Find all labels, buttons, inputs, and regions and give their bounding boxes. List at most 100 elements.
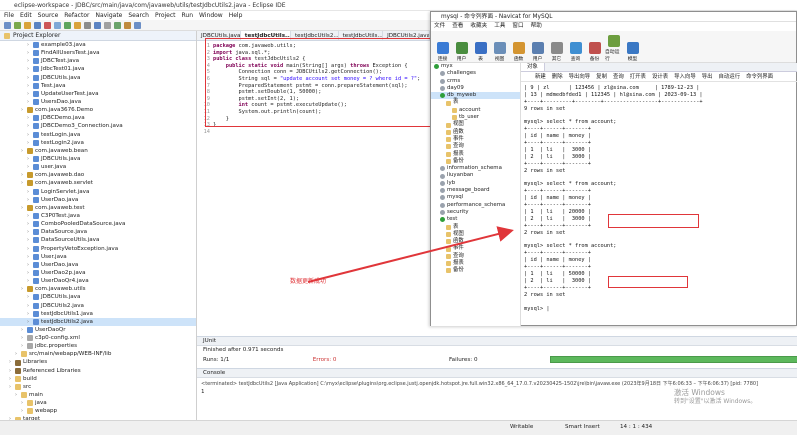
navicat-tool-button[interactable]: 表 [472,34,489,62]
navicat-tree-item[interactable]: information_schema [431,165,520,172]
expand-arrow-icon[interactable]: › [27,114,31,122]
navicat-tool-button[interactable]: 连接 [434,34,451,62]
tree-item[interactable]: › example03.java [0,41,196,49]
navicat-tree-item[interactable]: challenges [431,70,520,77]
code-line[interactable]: 14 [200,129,428,136]
tree-item[interactable]: › Libraries [0,358,196,366]
expand-arrow-icon[interactable]: › [27,139,31,147]
tree-item[interactable]: › testLogin2.java [0,139,196,147]
object-tool-button[interactable]: 自动运行 [719,72,741,81]
toolbar-button-icon[interactable] [134,21,141,29]
expand-arrow-icon[interactable]: › [27,318,31,326]
navicat-tree-item[interactable]: 事件 [431,245,520,252]
expand-arrow-icon[interactable]: › [27,302,31,310]
toolbar-button-icon[interactable] [44,21,51,29]
navicat-tree-item[interactable]: message_board [431,187,520,194]
navicat-tree-item[interactable]: crms [431,78,520,85]
expand-arrow-icon[interactable]: › [21,171,25,179]
navicat-tree-item[interactable]: 视图 [431,231,520,238]
navicat-tree-item[interactable]: day09 [431,85,520,92]
expand-arrow-icon[interactable]: › [9,367,13,375]
navicat-tool-button[interactable]: 备份 [586,34,603,62]
expand-arrow-icon[interactable]: › [21,342,25,350]
navicat-tool-button[interactable]: 视图 [491,34,508,62]
toolbar-button-icon[interactable] [34,21,41,29]
tree-item[interactable]: › com.javaweb.servlet [0,179,196,187]
object-tool-button[interactable]: 导出 [702,72,713,81]
expand-arrow-icon[interactable]: › [27,155,31,163]
tree-item[interactable]: › LoginServlet.java [0,188,196,196]
tree-item[interactable]: › DataSourceUtils.java [0,236,196,244]
tree-item[interactable]: › JDBCUtils.java [0,155,196,163]
navicat-tree-item[interactable]: lyb [431,180,520,187]
expand-arrow-icon[interactable]: › [27,293,31,301]
expand-arrow-icon[interactable]: › [21,399,25,407]
tree-item[interactable]: › C3P0Test.java [0,212,196,220]
object-tool-button[interactable]: 删除 [552,72,563,81]
expand-arrow-icon[interactable]: › [27,41,31,49]
tree-item[interactable]: › UserDaoQr [0,326,196,334]
expand-arrow-icon[interactable]: › [27,49,31,57]
tree-item[interactable]: › UpdateUserTest.java [0,90,196,98]
expand-arrow-icon[interactable]: › [21,147,25,155]
expand-arrow-icon[interactable]: › [27,122,31,130]
navicat-tree-item[interactable]: performance_schema [431,202,520,209]
navicat-menu-item[interactable]: 帮助 [531,22,542,31]
navicat-menu-item[interactable]: 工具 [494,22,505,31]
expand-arrow-icon[interactable]: › [9,358,13,366]
expand-arrow-icon[interactable]: › [27,188,31,196]
navicat-tree-item[interactable]: 事件 [431,136,520,143]
navicat-tool-button[interactable]: 自动运行 [605,34,622,62]
toolbar-button-icon[interactable] [84,21,91,29]
expand-arrow-icon[interactable]: › [21,407,25,415]
navicat-tree-item[interactable]: myx [431,63,520,70]
navicat-tree-item[interactable]: security [431,209,520,216]
navicat-tree-item[interactable]: account [431,107,520,114]
navicat-tool-button[interactable]: 函数 [510,34,527,62]
navicat-menu-item[interactable]: 窗口 [512,22,523,31]
navicat-tree-item[interactable]: 报表 [431,260,520,267]
toolbar-button-icon[interactable] [54,21,61,29]
navicat-tree-item[interactable]: db_myweb [431,92,520,100]
navicat-tool-button[interactable]: 查询 [567,34,584,62]
tree-item[interactable]: › UsersDao.java [0,98,196,106]
expand-arrow-icon[interactable]: › [21,106,25,114]
junit-tab[interactable]: JUnit [197,337,797,346]
tree-item[interactable]: › UserDaoQr4.java [0,277,196,285]
navicat-tree-item[interactable]: tb_user [431,114,520,121]
toolbar-button-icon[interactable] [24,21,31,29]
navicat-tree-item[interactable]: 函数 [431,129,520,136]
expand-arrow-icon[interactable]: › [27,163,31,171]
navicat-menu-item[interactable]: 查看 [452,22,463,31]
navicat-tree-item[interactable]: 表 [431,224,520,231]
expand-arrow-icon[interactable]: › [27,57,31,65]
tree-item[interactable]: › UserDao.java [0,196,196,204]
expand-arrow-icon[interactable]: › [27,277,31,285]
navicat-window[interactable]: mysql - 命令列界面 - Navicat for MySQL 文件 查看 收藏… [430,11,797,326]
tree-item[interactable]: › com.java3676.Demo [0,106,196,114]
tree-item[interactable]: › JDBCUtils.java [0,293,196,301]
navicat-tree-item[interactable]: 备份 [431,267,520,274]
tree-item[interactable]: › main [0,391,196,399]
tree-item[interactable]: › PropertyVetoException.java [0,245,196,253]
tree-item[interactable]: › testJdbcUtils2.java [0,317,196,326]
navicat-tree-item[interactable]: mysql [431,194,520,201]
tree-item[interactable]: › testJdbcUtils1.java [0,310,196,318]
expand-arrow-icon[interactable]: › [27,269,31,277]
tree-item[interactable]: › build [0,375,196,383]
object-tool-button[interactable]: 打开表 [630,72,646,81]
tree-item[interactable]: › user.java [0,163,196,171]
tree-item[interactable]: › JDBCUtils2.java [0,302,196,310]
tree-item[interactable]: › DataSource.java [0,228,196,236]
object-tool-button[interactable]: 新建 [535,72,546,81]
expand-arrow-icon[interactable]: › [21,285,25,293]
expand-arrow-icon[interactable]: › [27,253,31,261]
expand-arrow-icon[interactable]: › [27,65,31,73]
tree-item[interactable]: › com.javaweb.test [0,204,196,212]
project-explorer-header[interactable]: Project Explorer [0,31,196,41]
tab-objects[interactable]: 对象 [521,63,545,71]
toolbar-button-icon[interactable] [124,21,131,29]
object-tool-button[interactable]: 设计表 [652,72,668,81]
navicat-menu-item[interactable]: 文件 [434,22,445,31]
navicat-tool-button[interactable]: 模型 [624,34,641,62]
